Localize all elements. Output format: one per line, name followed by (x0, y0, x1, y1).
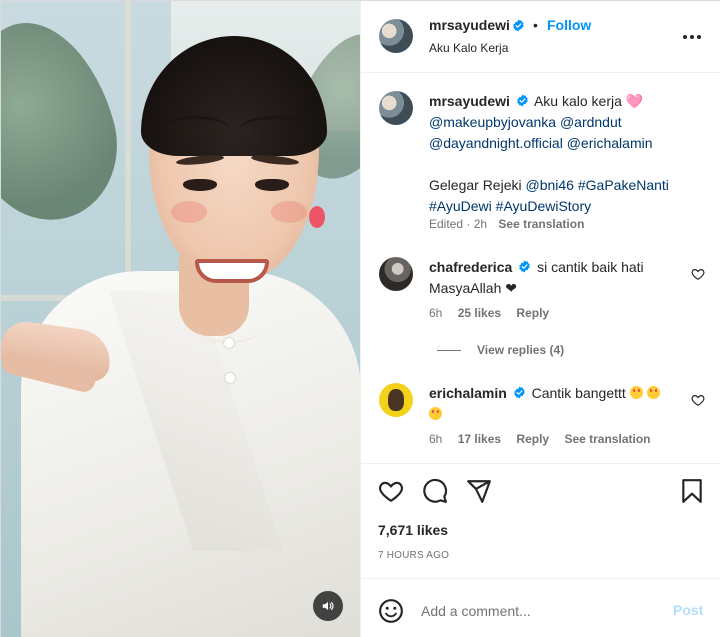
speaker-glyph (322, 601, 334, 611)
post-time: 7 HOURS AGO (378, 550, 450, 561)
blush (171, 201, 207, 223)
caption-text: Gelegar Rejeki (429, 177, 522, 193)
comment-time: 6h (429, 306, 443, 320)
avatar[interactable] (379, 91, 413, 125)
heart-eyes-emoji-icon (646, 386, 660, 399)
post-sidebar: mrsayudewi • Follow Aku Kalo Kerja mrsay… (360, 1, 720, 637)
comment-icon[interactable] (422, 478, 448, 504)
comment-composer: Post (361, 578, 720, 637)
verified-badge-icon (517, 94, 528, 107)
hashtag-link[interactable]: #AyuDewiStory (496, 198, 591, 214)
emoji-icon[interactable] (378, 598, 404, 624)
hashtag-link[interactable]: #AyuDewi (429, 198, 492, 214)
verified-badge-icon (519, 260, 530, 273)
eye (255, 179, 289, 191)
comment-author[interactable]: chafrederica (429, 259, 512, 275)
heart-icon[interactable] (378, 478, 404, 504)
comment-time: 6h (429, 432, 443, 446)
pearl (225, 373, 235, 383)
mention-link[interactable]: @bni46 (526, 177, 574, 193)
post-caption: mrsayudewi Aku kalo kerja 🩷 @makeupbyjov… (429, 91, 709, 217)
reply-button[interactable]: Reply (516, 432, 549, 446)
comment-text: si cantik baik hati (537, 259, 644, 275)
pearl (224, 338, 234, 348)
comment-author[interactable]: erichalamin (429, 385, 507, 401)
comment-text: Cantik bangettt (531, 385, 626, 401)
comment-body: chafrederica si cantik baik hati MasyaAl… (429, 257, 679, 299)
verified-badge-icon (513, 19, 524, 32)
heart-eyes-emoji-icon (629, 386, 643, 399)
hair-bang (161, 116, 231, 146)
divider (437, 350, 461, 352)
avatar[interactable] (379, 257, 413, 291)
post-header: mrsayudewi • Follow Aku Kalo Kerja (361, 1, 720, 73)
author-username[interactable]: mrsayudewi (429, 17, 510, 33)
view-replies-button[interactable]: View replies (4) (437, 343, 564, 357)
post-video[interactable] (1, 1, 360, 637)
audio-title[interactable]: Aku Kalo Kerja (429, 41, 508, 55)
comment-meta: 6h 17 likes Reply See translation (429, 432, 650, 446)
heart-icon[interactable] (691, 393, 705, 407)
comment-likes[interactable]: 25 likes (458, 306, 501, 320)
comment-text: MasyaAllah ❤ (429, 280, 517, 296)
mention-link[interactable]: @erichalamin (567, 135, 653, 151)
comment-meta: 6h 25 likes Reply (429, 306, 549, 320)
see-translation-link[interactable]: See translation (498, 217, 584, 231)
edited-time: Edited · 2h (429, 217, 488, 231)
smile (195, 259, 269, 283)
bookmark-icon[interactable] (679, 478, 705, 504)
post-dialog: mrsayudewi • Follow Aku Kalo Kerja mrsay… (0, 0, 720, 637)
see-translation-link[interactable]: See translation (564, 432, 650, 446)
comment-body: erichalamin Cantik bangettt (429, 383, 679, 425)
view-replies-label: View replies (4) (477, 343, 565, 357)
hashtag-link[interactable]: #GaPakeNanti (578, 177, 669, 193)
comment-likes[interactable]: 17 likes (458, 432, 501, 446)
comment-input[interactable] (421, 599, 651, 623)
caption-text: Aku kalo kerja 🩷 (533, 93, 644, 109)
verified-badge-icon (513, 386, 525, 399)
heart-icon[interactable] (691, 267, 705, 281)
likes-count[interactable]: 7,671 likes (378, 522, 448, 538)
mention-link[interactable]: @ardndut (560, 114, 622, 130)
comments-list[interactable]: mrsayudewi Aku kalo kerja 🩷 @makeupbyjov… (361, 73, 720, 463)
separator-dot: • (533, 17, 538, 33)
speaker-icon[interactable] (313, 591, 343, 621)
caption-author[interactable]: mrsayudewi (429, 93, 510, 109)
blush (271, 201, 307, 223)
eye (183, 179, 217, 191)
post-button[interactable]: Post (673, 602, 703, 618)
earring (309, 206, 325, 228)
heart-eyes-emoji-icon (429, 407, 442, 420)
person-figure (1, 1, 360, 637)
hair-bang (239, 116, 309, 146)
share-icon[interactable] (466, 478, 492, 504)
reply-button[interactable]: Reply (516, 306, 549, 320)
more-horizontal-icon[interactable] (681, 28, 703, 46)
mention-link[interactable]: @dayandnight.official (429, 135, 563, 151)
mention-link[interactable]: @makeupbyjovanka (429, 114, 556, 130)
avatar[interactable] (379, 19, 413, 53)
caption-meta: Edited · 2h See translation (429, 217, 584, 231)
avatar[interactable] (379, 383, 413, 417)
post-actions: 7,671 likes 7 HOURS AGO (361, 463, 720, 578)
follow-button[interactable]: Follow (547, 17, 591, 33)
